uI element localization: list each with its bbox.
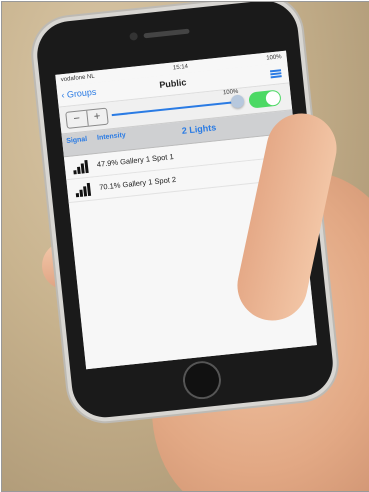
menu-icon[interactable] [269,69,282,79]
brightness-slider-knob[interactable] [230,94,245,109]
light-label: 47.9% Gallery 1 Spot 1 [96,152,174,169]
light-name: Gallery 1 Spot 2 [122,174,177,190]
signal-bars-icon [72,159,89,175]
plus-button[interactable]: + [85,108,108,126]
tab-intensity[interactable]: Intensity [97,132,126,142]
home-button[interactable] [181,359,223,402]
light-label: 70.1% Gallery 1 Spot 2 [99,175,177,192]
lights-count: 2 Lights [181,122,217,136]
light-intensity: 70.1% [98,180,121,192]
clock: 15:14 [172,63,189,72]
brightness-stepper[interactable]: − + [65,107,109,129]
tab-signal[interactable]: Signal [66,136,88,145]
brightness-slider-track[interactable] [111,100,240,117]
light-intensity: 47.9% [96,157,119,169]
front-camera [129,32,139,41]
signal-bars-icon [75,182,92,198]
power-toggle[interactable] [248,89,282,109]
light-name: Gallery 1 Spot 1 [119,151,175,167]
earpiece-speaker [143,28,190,39]
battery-label: 100% [266,54,282,62]
photo: vodafone NL 15:14 100% ‹ Groups Public −… [1,1,369,492]
minus-button[interactable]: − [66,111,87,128]
carrier-label: vodafone NL [60,73,96,84]
